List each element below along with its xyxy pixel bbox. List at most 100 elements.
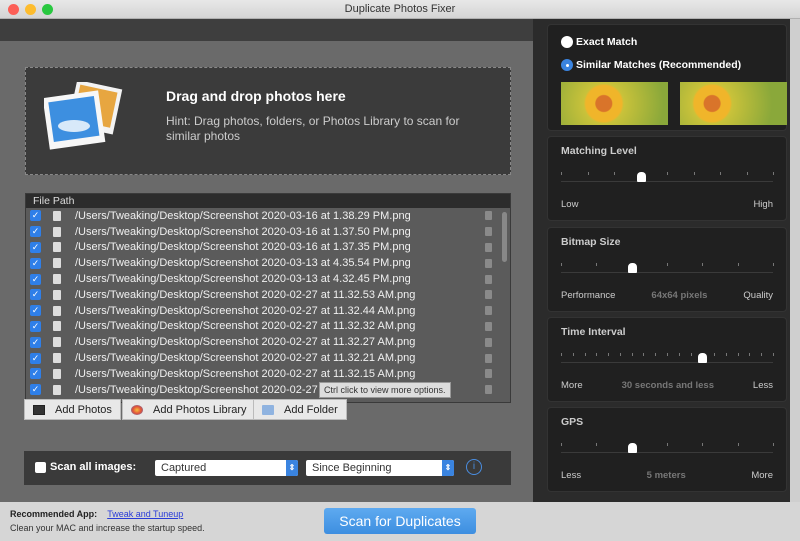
slider-tick [588, 172, 589, 175]
slider-knob[interactable] [698, 353, 707, 363]
slider-tick [667, 263, 668, 266]
scrollbar[interactable] [502, 212, 507, 262]
slider-track[interactable] [561, 272, 773, 273]
row-checkbox[interactable]: ✓ [30, 305, 41, 316]
trash-icon[interactable] [485, 369, 492, 378]
file-row[interactable]: ✓/Users/Tweaking/Desktop/Screenshot 2020… [26, 303, 510, 319]
slider-max-label: Quality [743, 290, 773, 301]
scan-for-duplicates-button[interactable]: Scan for Duplicates [324, 508, 476, 534]
trash-icon[interactable] [485, 290, 492, 299]
file-row[interactable]: ✓/Users/Tweaking/Desktop/Screenshot 2020… [26, 350, 510, 366]
radio-off [561, 36, 573, 48]
file-icon [53, 290, 61, 300]
file-row[interactable]: ✓ /Users/Tweaking/Desktop/Screenshot 2020… [26, 240, 510, 256]
trash-icon[interactable] [485, 211, 492, 220]
tweak-tuneup-link[interactable]: Tweak and Tuneup [107, 509, 183, 519]
file-row[interactable]: ✓ /Users/Tweaking/Desktop/Screenshot 2020… [26, 334, 510, 350]
file-path: /Users/Tweaking/Desktop/Screenshot 2020-… [75, 241, 485, 253]
scan-all-checkbox[interactable]: Scan all images: [35, 461, 136, 473]
scan-options-bar: Scan all images: Captured⇕ Since Beginni… [24, 451, 511, 485]
sample-image-1 [561, 82, 668, 125]
file-list[interactable]: File Path ✓ /Users/Tweaking/Desktop/Scree… [25, 193, 511, 403]
row-checkbox[interactable]: ✓ [30, 242, 41, 253]
slider-track[interactable] [561, 452, 773, 453]
trash-icon[interactable] [485, 354, 492, 363]
row-checkbox[interactable]: ✓ [30, 274, 41, 285]
row-checkbox[interactable]: ✓ [30, 210, 41, 221]
slider-card: Matching LevelLowHigh [547, 136, 787, 221]
exact-match-radio[interactable]: Exact Match [561, 36, 637, 48]
similar-matches-radio[interactable]: Similar Matches (Recommended) [561, 59, 741, 71]
slider-min-label: More [561, 380, 583, 391]
range-select[interactable]: Since Beginning⇕ [306, 460, 454, 476]
slider-tick [585, 353, 586, 356]
row-checkbox[interactable]: ✓ [30, 258, 41, 269]
slider-track[interactable] [561, 181, 773, 182]
row-checkbox[interactable]: ✓ [30, 337, 41, 348]
slider-knob[interactable] [637, 172, 646, 182]
slider-max-label: Less [753, 380, 773, 391]
row-checkbox[interactable]: ✓ [30, 368, 41, 379]
slider-title: GPS [561, 416, 583, 428]
slider-tick [614, 172, 615, 175]
row-checkbox[interactable]: ✓ [30, 321, 41, 332]
window-title: Duplicate Photos Fixer [345, 3, 456, 15]
minimize-button[interactable] [25, 4, 36, 15]
slider-tick [643, 353, 644, 356]
drop-zone[interactable]: Drag and drop photos here Hint: Drag pho… [25, 67, 511, 175]
add-folder-button[interactable]: Add Folder [253, 399, 347, 420]
trash-icon[interactable] [485, 227, 492, 236]
trash-icon[interactable] [485, 385, 492, 394]
file-path: /Users/Tweaking/Desktop/Screenshot 2020-… [75, 289, 485, 301]
radio-on [561, 59, 573, 71]
slider-min-label: Low [561, 199, 578, 210]
slider-max-label: More [751, 470, 773, 481]
slider-tick [561, 172, 562, 175]
file-row[interactable]: ✓/Users/Tweaking/Desktop/Screenshot 2020… [26, 271, 510, 287]
mode-select[interactable]: Captured⇕ [155, 460, 298, 476]
close-button[interactable] [8, 4, 19, 15]
slider-tick [773, 172, 774, 175]
slider-tick [596, 263, 597, 266]
image-icon [33, 405, 45, 415]
trash-icon[interactable] [485, 275, 492, 284]
slider-knob[interactable] [628, 443, 637, 453]
trash-icon[interactable] [485, 243, 492, 252]
slider-min-label: Performance [561, 290, 615, 301]
column-header-file-path[interactable]: File Path [26, 194, 510, 208]
row-checkbox[interactable]: ✓ [30, 289, 41, 300]
file-icon [53, 211, 61, 221]
row-checkbox[interactable]: ✓ [30, 384, 41, 395]
slider-card: Time IntervalMore30 seconds and lessLess [547, 317, 787, 402]
file-row[interactable]: ✓/Users/Tweaking/Desktop/Screenshot 2020… [26, 255, 510, 271]
file-row[interactable]: ✓/Users/Tweaking/Desktop/Screenshot 2020… [26, 224, 510, 240]
zoom-button[interactable] [42, 4, 53, 15]
file-icon [53, 306, 61, 316]
slider-knob[interactable] [628, 263, 637, 273]
slider-tick [720, 172, 721, 175]
file-row[interactable]: ✓/Users/Tweaking/Desktop/Screenshot 2020… [26, 366, 510, 382]
file-path: /Users/Tweaking/Desktop/Screenshot 2020-… [75, 336, 485, 348]
trash-icon[interactable] [485, 322, 492, 331]
sample-image-2 [680, 82, 787, 125]
add-photos-library-button[interactable]: Add Photos Library [122, 399, 256, 420]
slider-track[interactable] [561, 362, 773, 363]
trash-icon[interactable] [485, 259, 492, 268]
trash-icon[interactable] [485, 338, 492, 347]
info-icon[interactable]: i [466, 459, 482, 475]
file-row[interactable]: ✓ /Users/Tweaking/Desktop/Screenshot 2020… [26, 287, 510, 303]
row-checkbox[interactable]: ✓ [30, 353, 41, 364]
row-checkbox[interactable]: ✓ [30, 226, 41, 237]
scan-all-label: Scan all images: [50, 461, 136, 473]
drop-hint: Hint: Drag photos, folders, or Photos Li… [166, 114, 486, 144]
slider-card: GPSLess5 metersMore [547, 407, 787, 492]
top-strip [0, 19, 533, 41]
add-photos-button[interactable]: Add Photos [24, 399, 121, 420]
slider-title: Matching Level [561, 145, 637, 157]
slider-tick [561, 443, 562, 446]
file-row[interactable]: ✓/Users/Tweaking/Desktop/Screenshot 2020… [26, 319, 510, 335]
trash-icon[interactable] [485, 306, 492, 315]
recommended-label: Recommended App: [10, 509, 97, 519]
file-icon [53, 353, 61, 363]
file-row[interactable]: ✓/Users/Tweaking/Desktop/Screenshot 2020… [26, 208, 510, 224]
